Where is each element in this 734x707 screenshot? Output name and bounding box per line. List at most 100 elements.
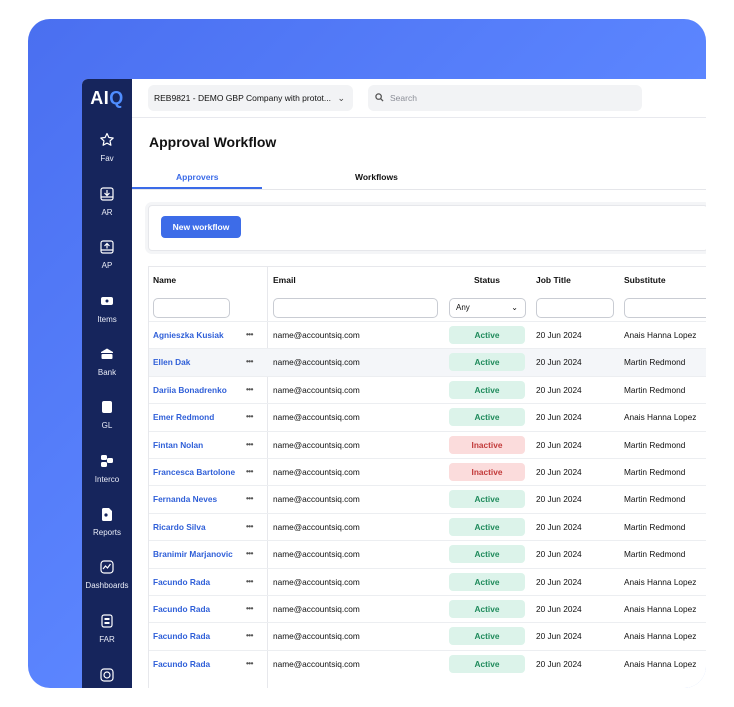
dashboard-icon [100, 560, 114, 574]
row-more-icon[interactable]: ••• [246, 486, 253, 512]
table-row[interactable]: Ricardo Silva ••• name@accountsiq.com Activ… [149, 512, 706, 541]
row-more-icon[interactable]: ••• [246, 377, 253, 403]
row-more-icon[interactable]: ••• [246, 514, 253, 540]
row-more-icon[interactable]: ••• [246, 651, 253, 677]
table-row[interactable]: Emer Redmond ••• name@accountsiq.com Active… [149, 403, 706, 431]
globe-icon [100, 668, 114, 682]
app-window: AIQ Fav AR AP Items Bank GL Interco Repo… [82, 79, 706, 688]
email-cell: name@accountsiq.com [273, 658, 360, 669]
approver-name-link[interactable]: Dariia Bonadrenko [153, 377, 227, 403]
tab-approvers[interactable]: Approvers [176, 172, 219, 182]
job-title-cell: 20 Jun 2024 [536, 521, 582, 532]
column-header-substitute[interactable]: Substitute [624, 267, 666, 293]
job-title-cell: 20 Jun 2024 [536, 604, 582, 614]
email-cell: name@accountsiq.com [273, 439, 360, 450]
job-title-cell: 20 Jun 2024 [536, 357, 582, 368]
status-filter-select[interactable]: Any ⌄ [449, 298, 526, 318]
approver-name-link[interactable]: Facundo Rada [153, 596, 210, 622]
sidebar-item-label: AR [101, 208, 113, 217]
row-more-icon[interactable]: ••• [246, 569, 253, 595]
status-badge: Active [449, 353, 525, 372]
email-cell: name@accountsiq.com [273, 521, 360, 532]
sidebar-item-label: Dashboards [85, 581, 129, 590]
column-header-name[interactable]: Name [153, 267, 176, 293]
table-row[interactable]: Facundo Rada ••• name@accountsiq.com Active… [149, 567, 706, 596]
sidebar-item-interco[interactable]: Interco [82, 453, 132, 484]
approver-name-link[interactable]: Facundo Rada [153, 623, 210, 649]
new-workflow-button[interactable]: New workflow [161, 216, 241, 238]
approver-name-link[interactable]: Facundo Rada [153, 651, 210, 677]
approver-name-link[interactable]: Branimir Marjanovic [153, 541, 233, 567]
email-cell: name@accountsiq.com [273, 412, 360, 423]
approver-name-link[interactable]: Fernanda Neves [153, 486, 217, 512]
sidebar-item-dashboards[interactable]: Dashboards [82, 559, 132, 590]
table-row[interactable]: Dariia Bonadrenko ••• name@accountsiq.com A… [149, 375, 706, 404]
column-header-status[interactable]: Status [474, 267, 500, 293]
substitute-cell: Anais Hanna Lopez [624, 631, 697, 642]
substitute-filter-input[interactable] [624, 298, 706, 318]
name-filter-input[interactable] [153, 298, 230, 318]
row-more-icon[interactable]: ••• [246, 322, 253, 348]
search-input[interactable]: Search [368, 85, 642, 111]
ledger-icon [102, 401, 112, 413]
logo-q: Q [109, 88, 124, 108]
email-cell: name@accountsiq.com [273, 549, 360, 560]
status-badge: Active [449, 654, 525, 673]
substitute-cell: Anais Hanna Lopez [624, 604, 697, 614]
approvers-table: Name Email Status Job Title Substitute A… [148, 266, 706, 688]
approver-name-link[interactable]: Agnieszka Kusiak [153, 322, 224, 348]
logo: AIQ [82, 88, 132, 109]
table-row[interactable]: Fintan Nolan ••• name@accountsiq.com Inacti… [149, 430, 706, 459]
tab-workflows[interactable]: Workflows [355, 172, 398, 182]
table-row[interactable]: Facundo Rada ••• name@accountsiq.com Active… [149, 649, 706, 678]
sidebar-item-reports[interactable]: Reports [82, 506, 132, 537]
active-tab-indicator [132, 187, 262, 189]
row-more-icon[interactable]: ••• [246, 596, 253, 622]
substitute-cell: Martin Redmond [624, 357, 686, 368]
table-row[interactable]: Francesca Bartolone ••• name@accountsiq.co… [149, 458, 706, 486]
email-filter-input[interactable] [273, 298, 438, 318]
sidebar-item-items[interactable]: Items [82, 293, 132, 324]
row-more-icon[interactable]: ••• [246, 623, 253, 649]
job-title-filter-input[interactable] [536, 298, 614, 318]
table-row[interactable]: Branimir Marjanovic ••• name@accountsiq.co… [149, 540, 706, 568]
approver-name-link[interactable]: Facundo Rada [153, 569, 210, 595]
row-more-icon[interactable]: ••• [246, 459, 253, 485]
sidebar-item-ar[interactable]: AR [82, 186, 132, 217]
sidebar-item-ap[interactable]: AP [82, 239, 132, 270]
row-more-icon[interactable]: ••• [246, 349, 253, 375]
table-row[interactable]: Facundo Rada ••• name@accountsiq.com Active… [149, 595, 706, 623]
substitute-cell: Martin Redmond [624, 521, 686, 532]
sidebar-item-more[interactable] [82, 667, 132, 683]
table-row[interactable]: Agnieszka Kusiak ••• name@accountsiq.com Ac… [149, 321, 706, 349]
company-selector[interactable]: REB9821 - DEMO GBP Company with protot..… [148, 85, 353, 111]
sidebar-item-bank[interactable]: Bank [82, 346, 132, 377]
row-more-icon[interactable]: ••• [246, 541, 253, 567]
interco-icon [101, 455, 113, 467]
row-more-icon[interactable]: ••• [246, 432, 253, 458]
column-header-email[interactable]: Email [273, 267, 296, 293]
job-title-cell: 20 Jun 2024 [536, 330, 582, 340]
approver-name-link[interactable]: Ricardo Silva [153, 514, 206, 540]
sidebar-item-label: Reports [92, 528, 121, 537]
approver-name-link[interactable]: Emer Redmond [153, 404, 214, 430]
far-icon [101, 614, 113, 628]
sidebar-item-far[interactable]: FAR [82, 613, 132, 644]
sidebar-item-gl[interactable]: GL [82, 399, 132, 430]
sidebar-item-label: Interco [94, 475, 120, 484]
table-row[interactable]: Ellen Dak ••• name@accountsiq.com Active 20 … [149, 348, 706, 377]
status-badge: Active [449, 572, 525, 591]
approver-name-link[interactable]: Fintan Nolan [153, 432, 203, 458]
sidebar-item-fav[interactable]: Fav [82, 132, 132, 163]
column-header-job-title[interactable]: Job Title [536, 267, 571, 293]
approver-name-link[interactable]: Francesca Bartolone [153, 459, 235, 485]
status-badge: Active [449, 517, 525, 536]
job-title-cell: 20 Jun 2024 [536, 439, 582, 450]
substitute-cell: Anais Hanna Lopez [624, 576, 697, 587]
table-row[interactable]: Fernanda Neves ••• name@accountsiq.com Acti… [149, 485, 706, 513]
row-more-icon[interactable]: ••• [246, 404, 253, 430]
topbar: REB9821 - DEMO GBP Company with protot..… [132, 79, 706, 118]
approver-name-link[interactable]: Ellen Dak [153, 349, 190, 375]
substitute-cell: Martin Redmond [624, 549, 686, 560]
table-row[interactable]: Facundo Rada ••• name@accountsiq.com Active… [149, 622, 706, 650]
